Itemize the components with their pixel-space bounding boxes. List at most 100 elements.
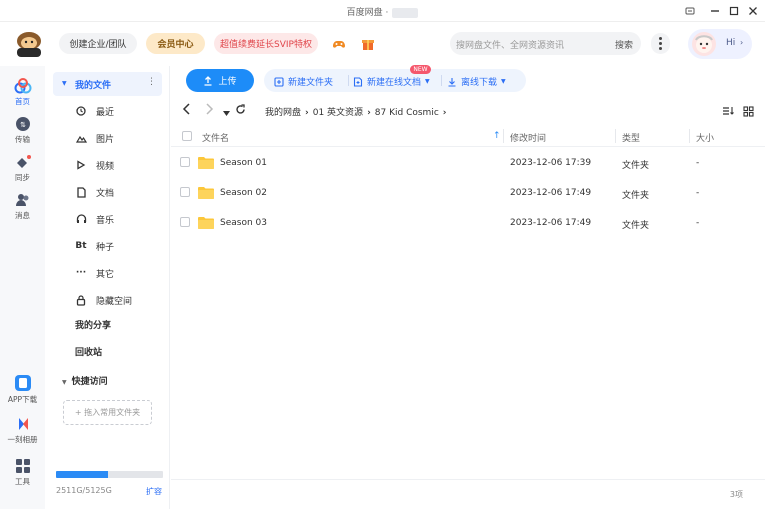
minimize-icon[interactable] — [707, 3, 723, 19]
file-name[interactable]: Season 01 — [220, 158, 267, 168]
sidebar-item-music[interactable]: 音乐 — [53, 208, 162, 230]
table-row[interactable]: Season 01 2023-12-06 17:39 文件夹 - — [171, 148, 765, 178]
sidebar-my-files[interactable]: ▼ 我的文件 ⋮ — [53, 72, 162, 96]
new-folder-icon — [274, 76, 284, 87]
avatar-logo-icon[interactable] — [14, 30, 44, 58]
column-modified-header[interactable]: 修改时间 — [510, 131, 546, 144]
table-header: 文件名 ↑ 修改时间 类型 大小 — [171, 125, 765, 147]
folder-icon — [198, 157, 214, 169]
sidebar-quick-access[interactable]: ▼ 快捷访问 — [53, 374, 108, 387]
file-modified: 2023-12-06 17:49 — [510, 218, 592, 228]
file-name[interactable]: Season 03 — [220, 218, 267, 228]
history-dropdown-button[interactable] — [223, 106, 230, 120]
vip-center-button[interactable]: 会员中心 — [146, 33, 205, 54]
document-icon — [74, 186, 88, 198]
folder-icon — [198, 187, 214, 199]
sidebar-item-documents[interactable]: 文档 — [53, 181, 162, 203]
lock-icon — [74, 294, 88, 306]
table-row[interactable]: Season 02 2023-12-06 17:49 文件夹 - — [171, 178, 765, 208]
maximize-icon[interactable] — [726, 3, 742, 19]
gift-icon[interactable] — [360, 36, 376, 52]
row-checkbox[interactable] — [180, 187, 190, 197]
new-folder-button[interactable]: 新建文件夹 — [274, 75, 333, 88]
chevron-down-icon: ▼ — [425, 78, 430, 85]
back-button[interactable] — [182, 103, 192, 118]
sidebar-item-other[interactable]: ··· 其它 — [53, 262, 162, 284]
chevron-down-icon: ▼ — [501, 78, 506, 85]
rail-item-home[interactable]: 首页 — [0, 78, 45, 107]
file-size: - — [696, 188, 700, 198]
sidebar-item-torrent[interactable]: Bt 种子 — [53, 235, 162, 257]
table-row[interactable]: Season 03 2023-12-06 17:49 文件夹 - — [171, 208, 765, 238]
new-online-doc-button[interactable]: 新建在线文档 ▼ — [353, 75, 430, 88]
clock-icon — [74, 106, 88, 116]
sync-icon — [16, 155, 31, 168]
upload-button[interactable]: 上传 — [186, 69, 254, 92]
refresh-icon[interactable] — [235, 104, 246, 118]
toolbar-group: 新建文件夹 新建在线文档 ▼ NEW 离线下载 ▼ — [264, 65, 526, 92]
rail-item-transfer[interactable]: ⇅ 传输 — [0, 116, 45, 145]
item-count: 3项 — [729, 490, 743, 499]
forward-button[interactable] — [204, 103, 214, 118]
chevron-right-icon: › — [740, 38, 744, 47]
file-type: 文件夹 — [622, 221, 650, 231]
storage-quota-text: 2511G/5125G — [56, 486, 112, 495]
main-panel: 上传 新建文件夹 新建在线文档 ▼ NEW 离线下载 ▼ 我的网盘 › 01 英… — [171, 65, 765, 509]
user-profile-button[interactable]: Hi › — [688, 29, 752, 59]
sort-arrow-icon[interactable]: ↑ — [493, 131, 501, 141]
home-icon — [14, 78, 31, 94]
column-size-header[interactable]: 大小 — [696, 131, 714, 144]
rail-item-app-download[interactable]: APP下载 — [0, 374, 45, 405]
transfer-icon: ⇅ — [15, 117, 30, 131]
more-menu-button[interactable] — [651, 33, 670, 54]
sidebar-recycle-bin[interactable]: 回收站 — [75, 345, 102, 358]
select-all-checkbox[interactable] — [182, 131, 192, 141]
sidebar-item-video[interactable]: 视频 — [53, 154, 162, 176]
app-download-icon — [14, 375, 31, 391]
search-input[interactable]: 搜网盘文件、全网资源资讯 — [456, 38, 564, 51]
expand-storage-link[interactable]: 扩容 — [146, 486, 162, 497]
grid-view-icon[interactable] — [743, 106, 754, 120]
breadcrumb-item[interactable]: 我的网盘 — [265, 108, 301, 118]
message-icon — [15, 194, 28, 206]
rail-item-album[interactable]: 一刻相册 — [0, 416, 45, 445]
column-type-header[interactable]: 类型 — [622, 131, 640, 144]
sort-icon[interactable] — [722, 106, 734, 119]
storage-quota-bar — [56, 471, 163, 478]
file-name[interactable]: Season 02 — [220, 188, 267, 198]
row-checkbox[interactable] — [180, 157, 190, 167]
path-bar: 我的网盘 › 01 英文资源 › 87 Kid Cosmic › — [171, 100, 765, 122]
window-title: 百度网盘 · — [0, 5, 765, 18]
file-modified: 2023-12-06 17:49 — [510, 188, 592, 198]
quick-access-drop-zone[interactable]: + 拖入常用文件夹 — [63, 400, 152, 425]
rail-item-tools[interactable]: 工具 — [0, 458, 45, 487]
sidebar-item-images[interactable]: 图片 — [53, 127, 162, 149]
video-icon — [74, 160, 88, 170]
rail-item-message[interactable]: 消息 — [0, 192, 45, 221]
rail-item-sync[interactable]: 同步 — [0, 154, 45, 183]
sidebar: ▼ 我的文件 ⋮ 最近 图片 视频 文档 音乐 Bt 种子 ··· 其它 隐藏空… — [45, 66, 170, 509]
svip-promo-button[interactable]: 超值续费延长SVIP特权 — [214, 33, 318, 54]
bt-icon: Bt — [75, 241, 87, 251]
breadcrumb-item[interactable]: 01 英文资源 — [313, 108, 363, 118]
create-team-button[interactable]: 创建企业/团队 — [59, 33, 137, 54]
download-icon — [448, 77, 456, 87]
sidebar-more-button[interactable]: ⋮ — [147, 77, 156, 87]
offline-download-button[interactable]: 离线下载 ▼ — [447, 75, 506, 88]
sidebar-my-share[interactable]: 我的分享 — [75, 318, 111, 331]
close-icon[interactable] — [745, 3, 761, 19]
search-box[interactable]: 搜网盘文件、全网资源资讯 搜索 — [450, 32, 641, 55]
sidebar-item-hidden-space[interactable]: 隐藏空间 — [53, 289, 162, 311]
breadcrumb-item[interactable]: 87 Kid Cosmic — [375, 108, 439, 118]
title-bar: 百度网盘 · — [0, 0, 765, 22]
album-icon — [18, 418, 28, 430]
column-name-header[interactable]: 文件名 — [202, 131, 229, 144]
game-icon[interactable] — [331, 36, 347, 52]
row-checkbox[interactable] — [180, 217, 190, 227]
image-icon — [74, 133, 88, 143]
pin-icon[interactable] — [682, 3, 698, 19]
search-button[interactable]: 搜索 — [615, 38, 633, 51]
file-type: 文件夹 — [622, 191, 650, 201]
account-name-redacted — [392, 7, 419, 18]
sidebar-item-recent[interactable]: 最近 — [53, 100, 162, 122]
